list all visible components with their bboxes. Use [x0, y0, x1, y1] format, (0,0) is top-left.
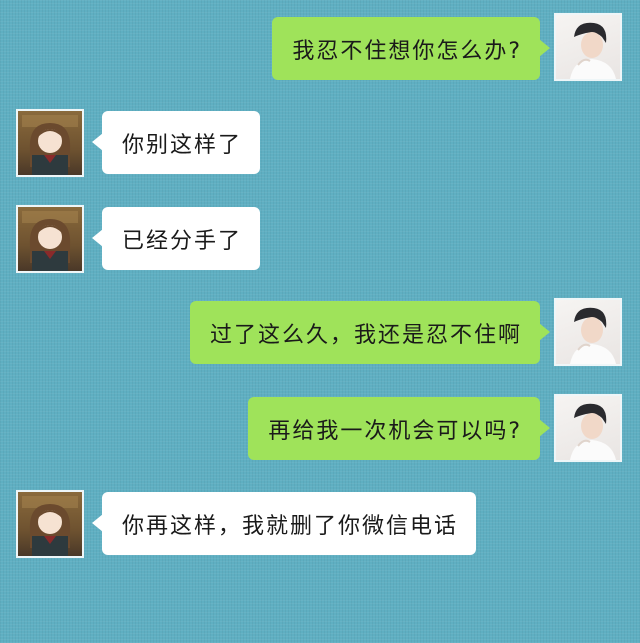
message-text: 再给我一次机会可以吗?	[268, 418, 522, 444]
girl-avatar-icon[interactable]	[16, 205, 84, 273]
message-text: 你别这样了	[122, 132, 243, 158]
message-bubble-incoming[interactable]: 你再这样，我就删了你微信电话	[91, 492, 477, 555]
message-text: 过了这么久，我还是忍不住啊	[209, 322, 522, 348]
message-bubble-outgoing[interactable]: 过了这么久，我还是忍不住啊	[189, 301, 551, 364]
message-text: 已经分手了	[122, 228, 243, 254]
girl-avatar-icon[interactable]	[16, 490, 84, 558]
boy-avatar-icon[interactable]	[554, 298, 622, 366]
message-bubble-outgoing[interactable]: 再给我一次机会可以吗?	[248, 397, 550, 460]
boy-avatar-icon[interactable]	[554, 13, 622, 81]
message-text: 我忍不住想你怎么办?	[292, 38, 522, 64]
message-bubble-incoming[interactable]: 已经分手了	[91, 207, 261, 270]
message-bubble-incoming[interactable]: 你别这样了	[91, 111, 261, 174]
boy-avatar-icon[interactable]	[554, 394, 622, 462]
message-text: 你再这样，我就删了你微信电话	[122, 513, 459, 539]
message-bubble-outgoing[interactable]: 我忍不住想你怎么办?	[272, 17, 550, 80]
girl-avatar-icon[interactable]	[16, 109, 84, 177]
